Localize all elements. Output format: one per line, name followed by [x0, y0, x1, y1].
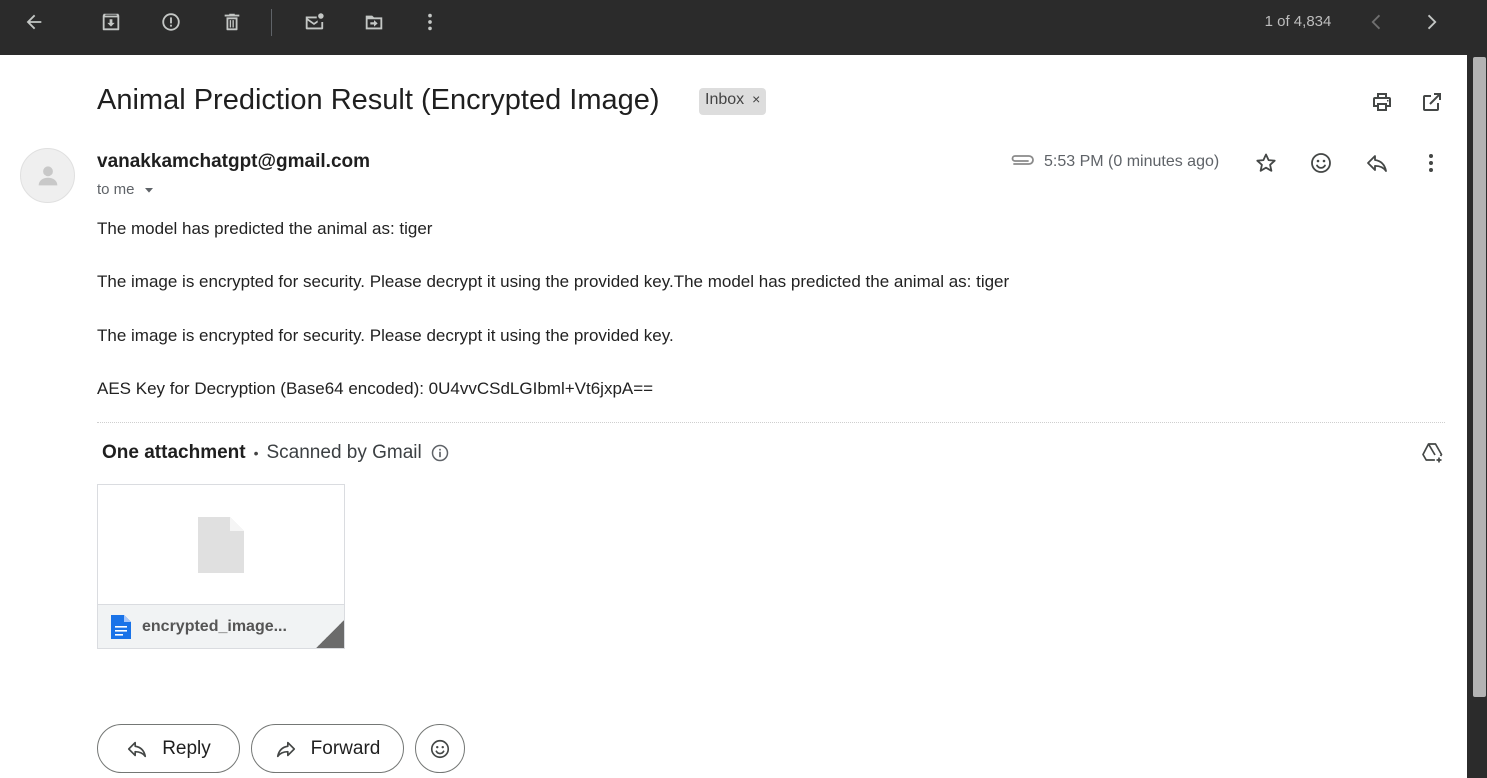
generic-file-icon [198, 516, 244, 573]
email-timestamp: 5:53 PM (0 minutes ago) [1044, 153, 1220, 170]
inbox-label-chip[interactable]: Inbox × [699, 88, 767, 115]
back-arrow-icon[interactable] [19, 7, 49, 37]
body-line: The image is encrypted for security. Ple… [97, 272, 1010, 291]
add-to-drive-icon[interactable] [1418, 440, 1446, 466]
forward-arrow-icon [276, 741, 295, 757]
scanned-by-gmail: Scanned by Gmail [266, 442, 422, 463]
recipient-text: to me [97, 181, 135, 198]
body-line: The model has predicted the animal as: t… [97, 219, 433, 238]
prev-icon[interactable] [1362, 7, 1392, 37]
attachment-file-name: encrypted_image... [142, 618, 287, 635]
chevron-down-icon[interactable] [141, 182, 157, 198]
sender-avatar[interactable] [20, 148, 75, 203]
mark-unread-icon[interactable] [299, 7, 329, 37]
recipient-details[interactable]: to me [97, 181, 157, 198]
attachment-footer: encrypted_image... [98, 604, 344, 648]
archive-icon[interactable] [96, 7, 126, 37]
top-toolbar: 1 of 4,834 [0, 0, 1487, 55]
emoji-react-button[interactable] [415, 724, 465, 773]
toolbar-separator [271, 9, 272, 36]
document-icon [111, 615, 131, 639]
label-text: Inbox [705, 91, 745, 108]
email-subject: Animal Prediction Result (Encrypted Imag… [97, 84, 660, 116]
attachment-clip-icon [1008, 150, 1036, 170]
aes-key-line: AES Key for Decryption (Base64 encoded):… [97, 379, 654, 398]
body-line: The image is encrypted for security. Ple… [97, 326, 674, 345]
next-icon[interactable] [1416, 7, 1446, 37]
report-spam-icon[interactable] [156, 7, 186, 37]
info-icon[interactable] [430, 443, 450, 463]
open-in-new-window-icon[interactable] [1418, 89, 1446, 115]
separator-dot: • [253, 445, 259, 461]
more-vert-icon[interactable] [415, 7, 445, 37]
forward-label: Forward [310, 737, 381, 759]
smiley-icon [430, 739, 450, 758]
reply-arrow-icon [128, 741, 147, 757]
attachment-card[interactable]: encrypted_image... [97, 484, 345, 649]
more-options-icon[interactable] [1418, 150, 1444, 176]
scrollbar-thumb[interactable] [1473, 57, 1486, 697]
remove-label-icon[interactable]: × [752, 91, 760, 115]
body-divider [97, 422, 1445, 423]
attachments-header: One attachment • Scanned by Gmail [102, 442, 450, 464]
attachment-preview [98, 485, 344, 604]
person-icon [38, 165, 57, 185]
reply-button[interactable]: Reply [97, 724, 240, 773]
star-icon[interactable] [1253, 150, 1279, 176]
reply-label: Reply [162, 737, 211, 759]
reply-icon[interactable] [1363, 150, 1391, 176]
print-icon[interactable] [1368, 89, 1396, 115]
move-to-icon[interactable] [359, 7, 389, 37]
emoji-reaction-icon[interactable] [1307, 149, 1335, 177]
sender-address[interactable]: vanakkamchatgpt@gmail.com [97, 151, 370, 173]
attachment-count: One attachment [102, 442, 246, 463]
delete-icon[interactable] [217, 7, 247, 37]
forward-button[interactable]: Forward [251, 724, 404, 773]
pagination-count: 1 of 4,834 [1264, 13, 1332, 30]
